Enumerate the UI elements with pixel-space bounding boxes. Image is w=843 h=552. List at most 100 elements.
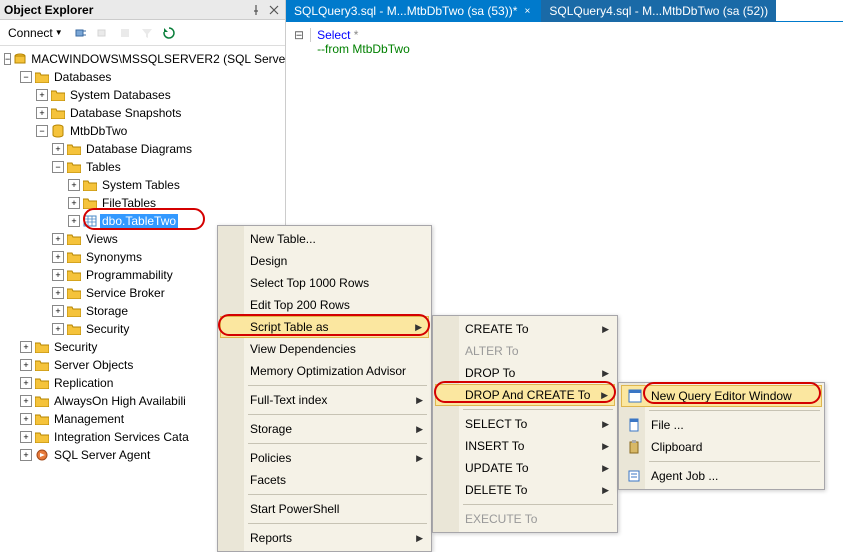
sql-window-icon (627, 388, 643, 404)
menu-reports[interactable]: Reports▶ (220, 527, 429, 549)
tree-systables-node[interactable]: + System Tables (68, 176, 285, 194)
table-two-label: dbo.TableTwo (100, 214, 178, 228)
disconnect-icon[interactable] (95, 25, 111, 41)
server-label: MACWINDOWS\MSSQLSERVER2 (SQL Serve (29, 52, 285, 66)
menu-select-to[interactable]: SELECT To▶ (435, 413, 615, 435)
connect-label: Connect (8, 26, 53, 40)
menu-policies[interactable]: Policies▶ (220, 447, 429, 469)
expand-icon[interactable]: + (36, 89, 48, 101)
folder-icon (34, 394, 50, 408)
expand-icon[interactable]: + (36, 107, 48, 119)
tab-sqlquery4[interactable]: SQLQuery4.sql - M...MtbDbTwo (sa (52)) (541, 0, 776, 22)
expand-icon[interactable]: + (68, 197, 80, 209)
menu-clipboard[interactable]: Clipboard (621, 436, 822, 458)
menu-update-to[interactable]: UPDATE To▶ (435, 457, 615, 479)
filter-icon[interactable] (139, 25, 155, 41)
tab-close-icon[interactable]: × (521, 5, 533, 17)
collapse-icon[interactable]: − (36, 125, 48, 137)
connect-plug-icon[interactable] (73, 25, 89, 41)
tree-filetables-node[interactable]: +FileTables (68, 194, 285, 212)
expand-icon[interactable]: + (20, 431, 32, 443)
folder-icon (34, 430, 50, 444)
tree-diagrams-node[interactable]: +Database Diagrams (52, 140, 285, 158)
menu-label: New Table... (250, 232, 316, 246)
expand-icon[interactable]: + (68, 215, 80, 227)
tree-server-node[interactable]: − MACWINDOWS\MSSQLSERVER2 (SQL Serve (4, 50, 285, 68)
menu-edit-top[interactable]: Edit Top 200 Rows (220, 294, 429, 316)
folder-icon (66, 160, 82, 174)
expand-icon[interactable]: + (52, 251, 64, 263)
menu-select-top[interactable]: Select Top 1000 Rows (220, 272, 429, 294)
menu-storage[interactable]: Storage▶ (220, 418, 429, 440)
menu-file[interactable]: File ... (621, 414, 822, 436)
menu-drop-to[interactable]: DROP To▶ (435, 362, 615, 384)
security-label: Security (52, 340, 99, 354)
tab-sqlquery3[interactable]: SQLQuery3.sql - M...MtbDbTwo (sa (53))* … (286, 0, 541, 22)
folder-icon (82, 196, 98, 210)
code-editor[interactable]: ⊟Select * ⊟--from MtbDbTwo (286, 22, 843, 62)
expand-icon[interactable]: + (52, 143, 64, 155)
menu-facets[interactable]: Facets (220, 469, 429, 491)
menu-label: SELECT To (465, 417, 527, 431)
menu-delete-to[interactable]: DELETE To▶ (435, 479, 615, 501)
tree-snapshots-node[interactable]: + Database Snapshots (36, 104, 285, 122)
menu-mem-opt[interactable]: Memory Optimization Advisor (220, 360, 429, 382)
menu-design[interactable]: Design (220, 250, 429, 272)
folder-icon (34, 358, 50, 372)
menu-fulltext[interactable]: Full-Text index▶ (220, 389, 429, 411)
menu-script-table[interactable]: Script Table as ▶ (220, 316, 429, 338)
object-explorer-toolbar: Connect ▼ (0, 20, 285, 46)
expand-icon[interactable]: + (20, 359, 32, 371)
expand-icon[interactable]: + (52, 287, 64, 299)
fold-gutter-icon[interactable]: ⊟ (294, 28, 311, 42)
menu-insert-to[interactable]: INSERT To▶ (435, 435, 615, 457)
menu-agent-job[interactable]: Agent Job ... (621, 465, 822, 487)
expand-icon[interactable]: + (20, 377, 32, 389)
expand-icon[interactable]: + (52, 269, 64, 281)
tree-tables-node[interactable]: −Tables (52, 158, 285, 176)
expand-icon[interactable]: + (52, 305, 64, 317)
menu-create-to[interactable]: CREATE To▶ (435, 318, 615, 340)
expand-icon[interactable]: + (68, 179, 80, 191)
menu-label: Facets (250, 473, 286, 487)
folder-icon (66, 322, 82, 336)
tree-db-node[interactable]: −MtbDbTwo (36, 122, 285, 140)
menu-view-deps[interactable]: View Dependencies (220, 338, 429, 360)
refresh-icon[interactable] (161, 25, 177, 41)
submenu-arrow-icon: ▶ (415, 322, 422, 333)
collapse-icon[interactable]: − (52, 161, 64, 173)
expand-icon[interactable]: + (20, 395, 32, 407)
menu-drop-create-to[interactable]: DROP And CREATE To▶ (435, 384, 615, 406)
snapshots-label: Database Snapshots (68, 106, 183, 120)
folder-icon (66, 142, 82, 156)
folder-icon (50, 106, 66, 120)
code-star: * (354, 28, 359, 42)
management-label: Management (52, 412, 126, 426)
server-icon (13, 52, 27, 66)
databases-label: Databases (52, 70, 113, 84)
expand-icon[interactable]: + (20, 449, 32, 461)
menu-new-table[interactable]: New Table... (220, 228, 429, 250)
menu-new-query-editor[interactable]: New Query Editor Window (621, 385, 822, 407)
expand-icon[interactable]: + (52, 323, 64, 335)
close-icon[interactable] (267, 3, 281, 17)
menu-label: EXECUTE To (465, 512, 537, 526)
menu-label: Script Table as (250, 320, 329, 334)
menu-label: Agent Job ... (651, 469, 718, 483)
expand-icon[interactable]: + (20, 341, 32, 353)
stop-icon[interactable] (117, 25, 133, 41)
folder-icon (66, 304, 82, 318)
sysdb-label: System Databases (68, 88, 173, 102)
submenu-arrow-icon: ▶ (602, 463, 609, 474)
tree-databases-node[interactable]: − Databases (20, 68, 285, 86)
collapse-icon[interactable]: − (20, 71, 32, 83)
tree-sysdb-node[interactable]: + System Databases (36, 86, 285, 104)
connect-button[interactable]: Connect ▼ (4, 24, 67, 42)
expand-icon[interactable]: + (52, 233, 64, 245)
folder-icon (34, 412, 50, 426)
pin-icon[interactable] (249, 3, 263, 17)
collapse-icon[interactable]: − (4, 53, 11, 65)
menu-powershell[interactable]: Start PowerShell (220, 498, 429, 520)
expand-icon[interactable]: + (20, 413, 32, 425)
systables-label: System Tables (100, 178, 182, 192)
